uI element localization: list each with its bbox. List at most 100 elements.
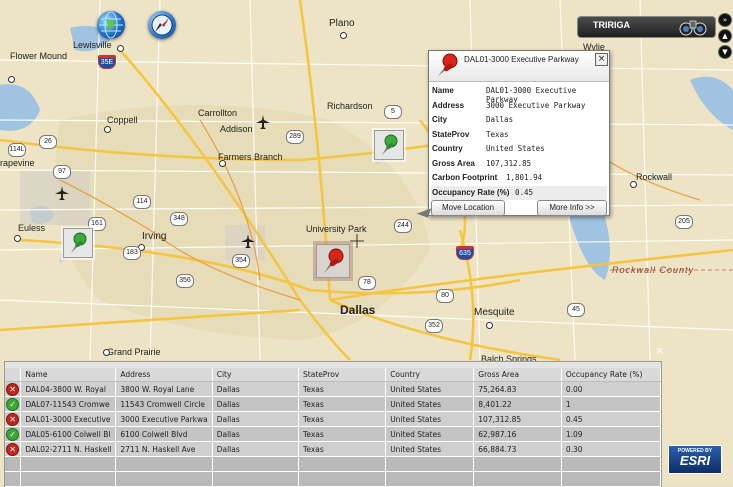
map-marker-green[interactable] <box>63 228 93 258</box>
popup-attribute-row: Occupancy Rate (%) 0.45 <box>431 185 607 200</box>
table-row[interactable]: ✕ DAL04-3800 W. Royal 3800 W. Royal Lane Da… <box>5 381 662 397</box>
expand-icon[interactable]: » <box>718 13 732 27</box>
green-pin-icon <box>382 134 398 155</box>
table-cell-occ: 1 <box>561 396 662 412</box>
table-cell-gross: 62,987.16 <box>473 426 562 442</box>
more-info-button[interactable]: More Info >> <box>537 200 607 216</box>
city-dot <box>104 126 111 133</box>
pan-up-icon[interactable]: ▲ <box>718 29 732 43</box>
airport-icon <box>241 234 255 248</box>
table-cell-address: 6100 Colwell Blvd <box>115 426 213 442</box>
table-cell-occ: 0.00 <box>561 381 662 397</box>
place-label-farmers-branch: Farmers Branch <box>218 152 283 162</box>
city-dot <box>340 32 347 39</box>
popup-attribute-key: Name <box>432 86 454 95</box>
pan-down-icon[interactable]: ▼ <box>718 45 732 59</box>
popup-close-button[interactable]: × <box>595 53 608 66</box>
place-label-rockwall: Rockwall <box>636 172 673 182</box>
globe-icon[interactable] <box>97 11 125 39</box>
table-cell-occ: 0.30 <box>561 441 662 457</box>
esri-logo: POWERED BY ESRI <box>668 445 722 474</box>
compass-icon[interactable] <box>148 11 176 39</box>
table-cell-name: DAL02-2711 N. Haskell <box>20 441 117 457</box>
red-pin-icon <box>438 53 458 76</box>
empty-row <box>5 471 662 487</box>
highway-shield: 35E <box>98 55 116 69</box>
highway-shield: 635 <box>456 246 474 260</box>
table-cell-country: United States <box>385 381 475 397</box>
table-cell-name: DAL05-6100 Colwell Bl <box>20 426 117 442</box>
popup-attribute-key: Carbon Footprint <box>432 173 498 182</box>
place-label-mesquite: Mesquite <box>474 307 515 318</box>
place-label-university-park: University Park <box>306 224 367 234</box>
status-cell: ✓ <box>5 426 22 442</box>
grid-close-icon[interactable]: × <box>655 345 665 356</box>
column-header[interactable]: Country <box>385 368 475 382</box>
empty-row <box>5 456 662 472</box>
empty-cell <box>385 471 475 487</box>
highway-shield: 244 <box>394 219 412 233</box>
table-cell-name: DAL07-11543 Cromwe <box>20 396 117 412</box>
move-location-button[interactable]: Move Location <box>431 200 505 216</box>
results-grid-panel: Name Address City StateProv Country Gross Are… <box>4 361 662 487</box>
place-label-irving: Irving <box>142 231 167 242</box>
table-cell-address: 3800 W. Royal Lane <box>115 381 213 397</box>
column-header[interactable]: Address <box>115 368 213 382</box>
table-row[interactable]: ✓ DAL05-6100 Colwell Bl 6100 Colwell Blvd D… <box>5 426 662 442</box>
column-header[interactable]: City <box>212 368 300 382</box>
empty-cell <box>5 471 22 487</box>
highway-shield: 356 <box>176 274 194 288</box>
popup-attribute-row: Name DAL01-3000 Executive Parkway <box>431 84 607 104</box>
empty-cell <box>561 471 662 487</box>
column-header[interactable]: Name <box>20 368 117 382</box>
highway-shield: 352 <box>425 319 443 333</box>
popup-attribute-value: 0.45 <box>515 187 534 197</box>
city-dot <box>486 322 493 329</box>
status-cell: ✓ <box>5 396 22 412</box>
empty-cell <box>212 456 300 472</box>
place-label-lewisville: Lewisville <box>73 40 112 50</box>
highway-shield: 78 <box>358 276 376 290</box>
table-cell-address: 11543 Cromwell Circle <box>115 396 213 412</box>
map-marker-green[interactable] <box>374 130 404 160</box>
popup-attribute-row: StateProv Texas <box>431 128 607 142</box>
table-cell-occ: 1.09 <box>561 426 662 442</box>
city-dot <box>14 235 21 242</box>
table-cell-country: United States <box>385 411 475 427</box>
popup-attribute-value: United States <box>486 144 545 153</box>
column-header[interactable]: Occupancy Rate (%) <box>561 368 662 382</box>
error-status-icon: ✕ <box>6 442 20 456</box>
green-pin-icon <box>71 232 87 253</box>
highway-shield: 114L <box>8 143 26 157</box>
place-label-carrollton: Carrollton <box>198 108 238 118</box>
place-label-euless: Euless <box>18 223 46 233</box>
city-dot <box>630 181 637 188</box>
table-row[interactable]: ✕ DAL02-2711 N. Haskell 2711 N. Haskell Av… <box>5 441 662 457</box>
table-cell-country: United States <box>385 441 475 457</box>
popup-attribute-value: 3000 Executive Parkway <box>486 100 586 110</box>
binoculars-icon[interactable] <box>678 18 708 36</box>
map-marker-red-selected[interactable] <box>316 244 350 278</box>
table-cell-state: Texas <box>298 396 387 412</box>
city-dot <box>8 76 15 83</box>
table-row[interactable]: ✕ DAL01-3000 Executive 3000 Executive Park… <box>5 411 662 427</box>
table-cell-gross: 75,264.83 <box>473 381 562 397</box>
empty-cell <box>115 471 213 487</box>
map-nav-controls: » ▲ ▼ <box>718 13 732 61</box>
column-header[interactable]: Gross Area <box>473 368 562 382</box>
popup-header: DAL01-3000 Executive Parkway × <box>429 51 609 82</box>
highway-shield: 97 <box>53 165 71 179</box>
esri-brand-label: ESRI <box>679 453 711 468</box>
popup-title: DAL01-3000 Executive Parkway <box>464 55 579 64</box>
table-row[interactable]: ✓ DAL07-11543 Cromwe 11543 Cromwell Circle… <box>5 396 662 412</box>
place-label-flower-mound: Flower Mound <box>10 51 68 61</box>
empty-cell <box>561 456 662 472</box>
tririga-label: TRIRIGA <box>593 20 630 30</box>
column-header[interactable]: StateProv <box>298 368 387 382</box>
popup-attribute-row: City Dallas <box>431 113 607 127</box>
popup-attribute-row: Address 3000 Executive Parkway <box>431 99 607 113</box>
column-header[interactable] <box>5 368 22 382</box>
status-cell: ✕ <box>5 411 22 427</box>
place-label-grapevine: rapevine <box>0 158 35 168</box>
empty-cell <box>385 456 475 472</box>
